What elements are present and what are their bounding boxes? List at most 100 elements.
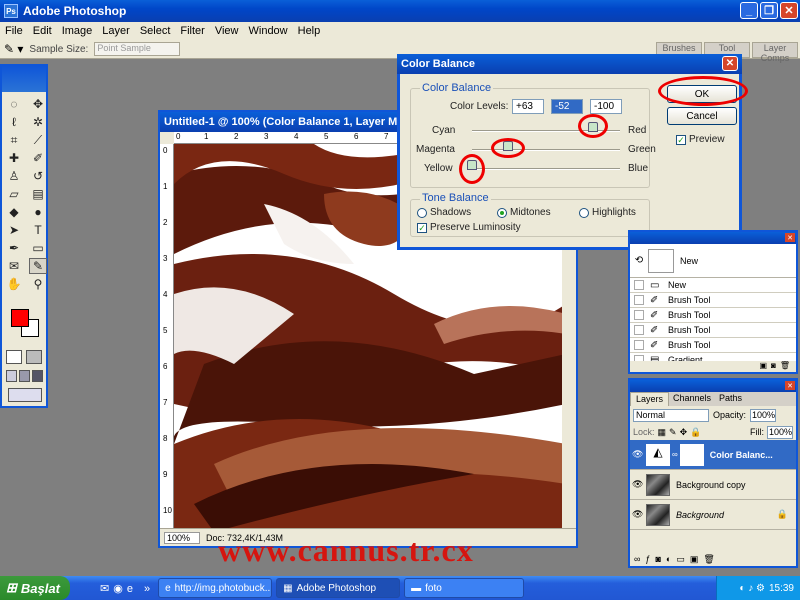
layer-style-icon[interactable]: ƒ bbox=[645, 554, 650, 564]
menu-select[interactable]: Select bbox=[135, 25, 176, 37]
delete-layer-icon[interactable]: 🗑 bbox=[703, 554, 714, 565]
eyedropper-icon[interactable]: ✎ ▾ bbox=[4, 42, 23, 56]
healing-brush-icon[interactable]: ✚ bbox=[5, 150, 23, 166]
dodge-tool-icon[interactable]: ● bbox=[29, 204, 47, 220]
lock-image-icon[interactable]: ✎ bbox=[669, 427, 677, 438]
tab-paths[interactable]: Paths bbox=[715, 392, 746, 406]
crop-tool-icon[interactable]: ⌗ bbox=[5, 132, 23, 148]
preserve-luminosity-checkbox[interactable]: ✓ bbox=[417, 223, 427, 233]
tab-layers[interactable]: Layers bbox=[630, 392, 670, 406]
history-source-box[interactable] bbox=[634, 325, 644, 335]
menu-layer[interactable]: Layer bbox=[97, 25, 135, 37]
menu-filter[interactable]: Filter bbox=[175, 25, 209, 37]
history-close-icon[interactable]: ✕ bbox=[785, 233, 795, 242]
new-snapshot-icon[interactable]: ◙ bbox=[771, 361, 776, 372]
link-layers-icon[interactable]: ∞ bbox=[634, 554, 640, 564]
sample-size-select[interactable]: Point Sample bbox=[94, 42, 181, 56]
shadows-radio[interactable] bbox=[417, 208, 427, 218]
history-source-box[interactable] bbox=[634, 340, 644, 350]
shape-tool-icon[interactable]: ▭ bbox=[29, 240, 47, 256]
blur-tool-icon[interactable]: ◆ bbox=[5, 204, 23, 220]
foreground-color-swatch[interactable] bbox=[11, 309, 29, 327]
history-brush-source-icon[interactable]: ⟲ bbox=[630, 255, 648, 266]
lock-transparency-icon[interactable]: ▦ bbox=[658, 427, 667, 438]
tab-channels[interactable]: Channels bbox=[669, 392, 715, 406]
restore-button[interactable]: ❐ bbox=[760, 2, 778, 19]
layer-row[interactable]: 👁 Background 🔒 bbox=[630, 500, 796, 530]
midtones-radio[interactable] bbox=[497, 208, 507, 218]
visibility-eye-icon[interactable]: 👁 bbox=[632, 449, 646, 460]
opacity-input[interactable]: 100% bbox=[750, 408, 777, 422]
yellow-blue-track[interactable] bbox=[472, 168, 620, 170]
taskbar-item-browser[interactable]: e http://img.photobuck... bbox=[158, 578, 273, 598]
layer-row[interactable]: 👁 Background copy bbox=[630, 470, 796, 500]
level-cyan-red[interactable]: +63 bbox=[512, 99, 544, 114]
gradient-tool-icon[interactable]: ▤ bbox=[29, 186, 47, 202]
screen-mode-icon[interactable] bbox=[6, 370, 44, 382]
history-snapshot[interactable]: ⟲ New bbox=[630, 244, 796, 278]
palette-well-layer-comps[interactable]: Layer Comps bbox=[752, 42, 798, 63]
taskbar-item-photoshop[interactable]: ▦ Adobe Photoshop bbox=[276, 578, 401, 598]
history-source-box[interactable] bbox=[634, 310, 644, 320]
lock-position-icon[interactable]: ✥ bbox=[680, 427, 688, 438]
taskbar-item-foto[interactable]: ▬ foto bbox=[404, 578, 525, 598]
menu-file[interactable]: File bbox=[0, 25, 28, 37]
tray-icons[interactable]: ◐ ♪ ⚙ bbox=[739, 583, 765, 594]
type-tool-icon[interactable]: T bbox=[29, 222, 47, 238]
eyedropper-tool-icon[interactable]: ✎ bbox=[29, 258, 47, 274]
chain-link-icon[interactable]: ∞ bbox=[672, 450, 678, 459]
lock-all-icon[interactable]: 🔒 bbox=[690, 427, 701, 438]
new-document-from-state-icon[interactable]: ▣ bbox=[759, 361, 767, 372]
history-item[interactable]: ▭ New bbox=[630, 278, 796, 293]
layers-close-icon[interactable]: ✕ bbox=[785, 381, 795, 390]
notes-tool-icon[interactable]: ✉ bbox=[5, 258, 23, 274]
slice-tool-icon[interactable]: ⟋ bbox=[29, 132, 47, 148]
highlights-radio[interactable] bbox=[579, 208, 589, 218]
history-source-box[interactable] bbox=[634, 280, 644, 290]
adobe-feather-icon[interactable] bbox=[2, 66, 46, 92]
history-item[interactable]: ✐ Brush Tool bbox=[630, 338, 796, 353]
lasso-tool-icon[interactable]: ℓ bbox=[5, 114, 23, 130]
history-source-box[interactable] bbox=[634, 295, 644, 305]
menu-window[interactable]: Window bbox=[244, 25, 293, 37]
visibility-eye-icon[interactable]: 👁 bbox=[632, 509, 646, 520]
fill-input[interactable]: 100% bbox=[767, 425, 793, 439]
delete-state-icon[interactable]: 🗑 bbox=[780, 361, 790, 372]
close-button[interactable]: ✕ bbox=[780, 2, 798, 19]
brush-tool-icon[interactable]: ✐ bbox=[29, 150, 47, 166]
eraser-tool-icon[interactable]: ▱ bbox=[5, 186, 23, 202]
level-magenta-green[interactable]: -52 bbox=[551, 99, 583, 114]
zoom-level[interactable]: 100% bbox=[164, 531, 200, 544]
clone-stamp-icon[interactable]: ♙ bbox=[5, 168, 23, 184]
marquee-tool-icon[interactable]: ◌ bbox=[5, 96, 23, 112]
layer-mask-thumbnail[interactable] bbox=[679, 443, 704, 466]
history-item[interactable]: ✐ Brush Tool bbox=[630, 308, 796, 323]
menu-view[interactable]: View bbox=[210, 25, 244, 37]
layer-group-icon[interactable]: ▭ bbox=[676, 554, 685, 565]
menu-help[interactable]: Help bbox=[293, 25, 326, 37]
dialog-close-button[interactable]: ✕ bbox=[722, 56, 738, 71]
history-item[interactable]: ✐ Brush Tool bbox=[630, 293, 796, 308]
path-selection-icon[interactable]: ➤ bbox=[5, 222, 23, 238]
cancel-button[interactable]: Cancel bbox=[667, 107, 737, 125]
new-layer-icon[interactable]: ▣ bbox=[690, 554, 699, 565]
level-yellow-blue[interactable]: -100 bbox=[590, 99, 622, 114]
adjustment-layer-icon[interactable]: ◐ bbox=[666, 554, 671, 564]
visibility-eye-icon[interactable]: 👁 bbox=[632, 479, 646, 490]
add-mask-icon[interactable]: ◙ bbox=[655, 554, 660, 564]
magic-wand-icon[interactable]: ✲ bbox=[29, 114, 47, 130]
menu-edit[interactable]: Edit bbox=[28, 25, 57, 37]
layer-row[interactable]: 👁 ◭ ∞ Color Balanc... bbox=[630, 440, 796, 470]
minimize-button[interactable]: _ bbox=[740, 2, 758, 19]
quick-mask-icon[interactable] bbox=[6, 350, 44, 364]
start-button[interactable]: ⊞ Başlat bbox=[0, 576, 70, 600]
menu-image[interactable]: Image bbox=[57, 25, 98, 37]
preview-checkbox[interactable]: ✓ bbox=[676, 135, 686, 145]
zoom-tool-icon[interactable]: ⚲ bbox=[29, 276, 47, 292]
pen-tool-icon[interactable]: ✒ bbox=[5, 240, 23, 256]
jump-to-imageready-icon[interactable] bbox=[8, 388, 42, 402]
move-tool-icon[interactable]: ✥ bbox=[29, 96, 47, 112]
history-brush-icon[interactable]: ↺ bbox=[29, 168, 47, 184]
history-item[interactable]: ✐ Brush Tool bbox=[630, 323, 796, 338]
blend-mode-select[interactable]: Normal bbox=[633, 408, 709, 422]
